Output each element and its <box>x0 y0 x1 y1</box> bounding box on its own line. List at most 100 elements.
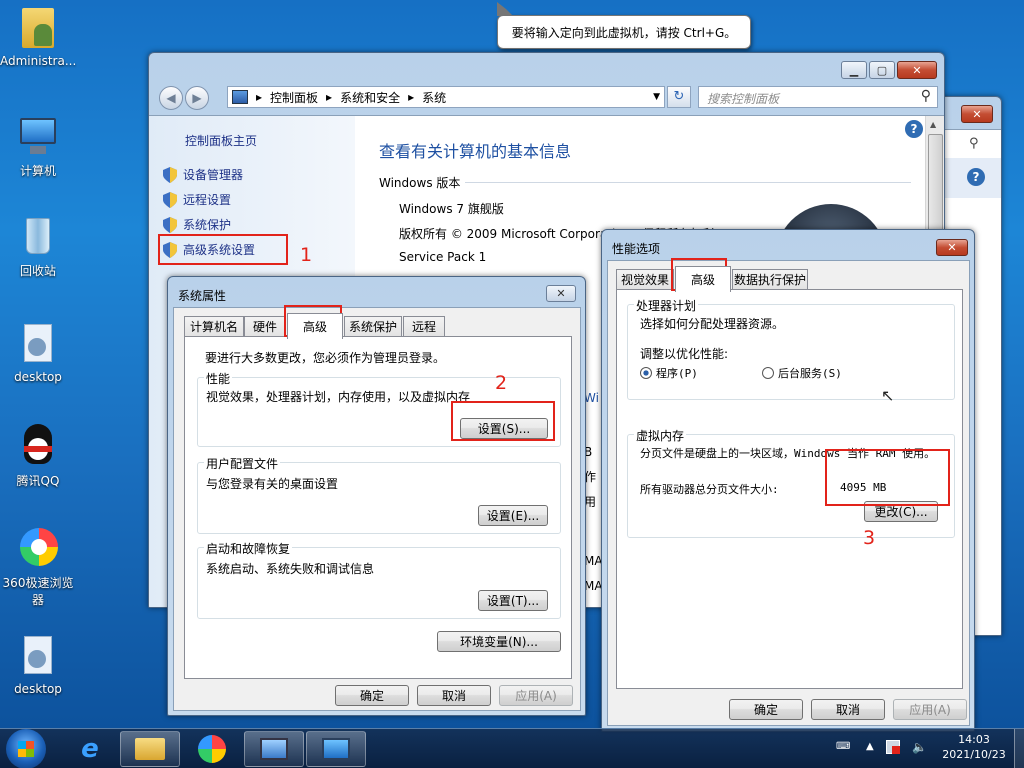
clock-time: 14:03 <box>958 733 990 746</box>
sidebar-item-system-protection[interactable]: 系统保护 <box>163 216 231 233</box>
tab-advanced[interactable]: 高级 <box>675 266 731 292</box>
radio-programs[interactable]: 程序(P) <box>640 365 698 381</box>
search-icon[interactable]: ⚲ <box>969 136 979 151</box>
close-icon[interactable]: ✕ <box>961 105 993 123</box>
taskbar-system-window[interactable] <box>306 731 366 767</box>
taskbar-360-browser[interactable] <box>184 731 240 767</box>
dropdown-arrow-icon[interactable]: ▼ <box>653 92 660 102</box>
ok-button[interactable]: 确定 <box>335 685 409 706</box>
search-input[interactable]: 搜索控制面板 ⚲ <box>698 86 938 108</box>
annotation-number-1: 1 <box>300 244 313 266</box>
user-folder-icon <box>16 6 60 50</box>
config-file-icon <box>16 322 60 366</box>
dialog-title: 系统属性 <box>178 289 227 303</box>
tab-remote[interactable]: 远程 <box>403 316 445 336</box>
admin-note: 要进行大多数更改，您必须作为管理员登录。 <box>205 351 446 365</box>
minimize-icon[interactable]: ▁ <box>841 61 867 79</box>
annotation-number-3: 3 <box>863 527 876 549</box>
apply-button[interactable]: 应用(A) <box>893 699 967 720</box>
desktop-icon-desktop-1[interactable]: desktop <box>0 322 76 384</box>
network-monitor-icon <box>260 738 288 760</box>
radio-selected-icon <box>640 367 652 379</box>
startup-recovery-settings-button[interactable]: 设置(T)... <box>478 590 548 611</box>
start-button[interactable] <box>6 729 46 768</box>
desktop-icon-label: 360极速浏览器 <box>2 576 74 607</box>
recycle-bin-icon <box>16 214 60 258</box>
tab-visual-effects[interactable]: 视觉效果 <box>616 269 674 289</box>
address-bar[interactable]: ▸ 控制面板 ▸ 系统和安全 ▸ 系统 ▼ <box>227 86 665 108</box>
startup-recovery-group: 启动和故障恢复 系统启动、系统失败和调试信息 设置(T)... <box>197 540 561 619</box>
annotation-box-2 <box>451 401 555 441</box>
cancel-button[interactable]: 取消 <box>811 699 885 720</box>
network-icon[interactable] <box>886 740 900 754</box>
refresh-icon[interactable]: ↻ <box>667 86 691 108</box>
breadcrumb-control-panel[interactable]: 控制面板 <box>270 89 318 106</box>
tab-data-execution-prevention[interactable]: 数据执行保护 <box>732 269 808 289</box>
sidebar-item-device-manager[interactable]: 设备管理器 <box>163 166 243 183</box>
breadcrumb-system-security[interactable]: 系统和安全 <box>340 89 400 106</box>
taskbar-remote-desktop[interactable] <box>244 731 304 767</box>
tab-computer-name[interactable]: 计算机名 <box>184 316 244 336</box>
group-description: 选择如何分配处理器资源。 <box>640 317 785 331</box>
radio-background-services[interactable]: 后台服务(S) <box>762 365 842 381</box>
group-label: 处理器计划 <box>634 297 699 314</box>
search-icon[interactable]: ⚲ <box>921 88 931 104</box>
desktop-icon-administrator[interactable]: Administra... <box>0 6 76 68</box>
nav-buttons: ◀ ▶ <box>159 86 211 110</box>
window-controls: ▁ ▢ ✕ <box>841 61 937 79</box>
show-desktop-button[interactable] <box>1014 729 1024 768</box>
volume-icon[interactable]: 🔈 <box>912 740 927 754</box>
keyboard-icon[interactable]: ⌨ <box>836 741 850 752</box>
back-arrow-icon[interactable]: ◀ <box>159 86 183 110</box>
desktop-icon-360-browser[interactable]: 360极速浏览器 <box>0 526 76 608</box>
sidebar-home-link[interactable]: 控制面板主页 <box>185 132 257 149</box>
tab-advanced[interactable]: 高级 <box>287 313 343 339</box>
tab-hardware[interactable]: 硬件 <box>244 316 286 336</box>
annotation-number-2: 2 <box>495 372 508 394</box>
close-icon[interactable]: ✕ <box>897 61 937 79</box>
clock[interactable]: 14:03 2021/10/23 <box>936 732 1012 762</box>
desktop-icon-label: desktop <box>14 370 62 384</box>
annotation-box-1 <box>158 234 288 265</box>
ok-button[interactable]: 确定 <box>729 699 803 720</box>
environment-variables-button[interactable]: 环境变量(N)... <box>437 631 561 652</box>
close-icon[interactable]: ✕ <box>936 239 968 256</box>
maximize-icon[interactable]: ▢ <box>869 61 895 79</box>
close-icon[interactable]: ✕ <box>546 285 576 302</box>
forward-arrow-icon[interactable]: ▶ <box>185 86 209 110</box>
uac-shield-icon <box>163 216 177 233</box>
search-placeholder: 搜索控制面板 <box>707 92 780 106</box>
taskbar: e ⌨ ▲ 🔈 14:03 2021/10/23 <box>0 728 1024 768</box>
service-pack: Service Pack 1 <box>399 250 487 264</box>
help-icon[interactable]: ? <box>967 168 985 186</box>
group-description: 与您登录有关的桌面设置 <box>206 477 339 491</box>
tab-system-protection[interactable]: 系统保护 <box>344 316 402 336</box>
processor-scheduling-group: 处理器计划 选择如何分配处理器资源。 调整以优化性能: 程序(P) 后台服务(S… <box>627 297 955 400</box>
windows-edition: Windows 7 旗舰版 <box>399 202 504 216</box>
uac-shield-icon <box>163 191 177 208</box>
qq-penguin-icon <box>16 424 60 468</box>
desktop-icon-label: Administra... <box>0 54 77 68</box>
internet-explorer-icon[interactable]: e <box>62 731 118 767</box>
apply-button[interactable]: 应用(A) <box>499 685 573 706</box>
scroll-up-icon[interactable]: ▲ <box>930 120 936 129</box>
breadcrumb-system[interactable]: 系统 <box>422 89 446 106</box>
desktop-icon-qq[interactable]: 腾讯QQ <box>0 424 76 489</box>
desktop-icon-desktop-2[interactable]: desktop <box>0 634 76 696</box>
sidebar-item-remote-settings[interactable]: 远程设置 <box>163 191 231 208</box>
show-hidden-icons-icon[interactable]: ▲ <box>866 741 874 752</box>
taskbar-explorer[interactable] <box>120 731 180 767</box>
desktop-icon-recycle-bin[interactable]: 回收站 <box>0 214 76 279</box>
system-properties-dialog: 系统属性 ✕ 计算机名 硬件 高级 系统保护 远程 要进行大多数更改，您必须作为… <box>167 276 586 716</box>
desktop-icon-computer[interactable]: 计算机 <box>0 114 76 179</box>
help-icon[interactable]: ? <box>905 120 923 138</box>
desktop-icon-label: desktop <box>14 682 62 696</box>
folder-icon <box>135 738 165 760</box>
group-description: 视觉效果，处理器计划，内存使用，以及虚拟内存 <box>206 390 471 404</box>
group-label: 性能 <box>204 370 233 387</box>
cancel-button[interactable]: 取消 <box>417 685 491 706</box>
user-profiles-settings-button[interactable]: 设置(E)... <box>478 505 548 526</box>
group-label: 启动和故障恢复 <box>204 540 293 557</box>
partial-text: MA <box>584 554 603 568</box>
desktop-icon-label: 回收站 <box>19 264 56 278</box>
